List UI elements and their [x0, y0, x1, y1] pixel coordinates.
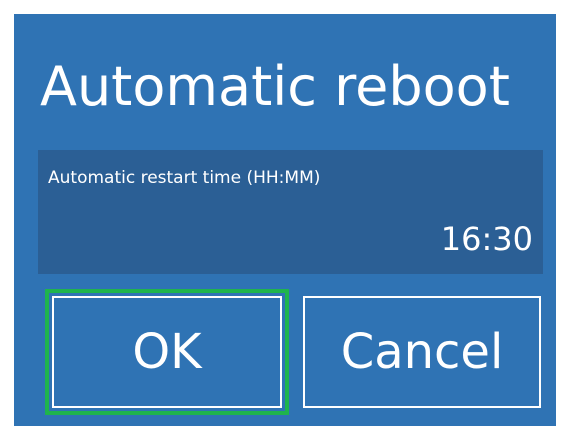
automatic-reboot-dialog: Automatic reboot Automatic restart time … — [14, 14, 556, 426]
ok-button[interactable]: OK — [52, 296, 282, 408]
restart-time-label: Automatic restart time (HH:MM) — [48, 168, 321, 188]
restart-time-value[interactable]: 16:30 — [441, 220, 533, 258]
restart-time-field[interactable]: Automatic restart time (HH:MM) 16:30 — [38, 150, 543, 274]
dialog-title: Automatic reboot — [40, 55, 510, 118]
cancel-button[interactable]: Cancel — [303, 296, 541, 408]
